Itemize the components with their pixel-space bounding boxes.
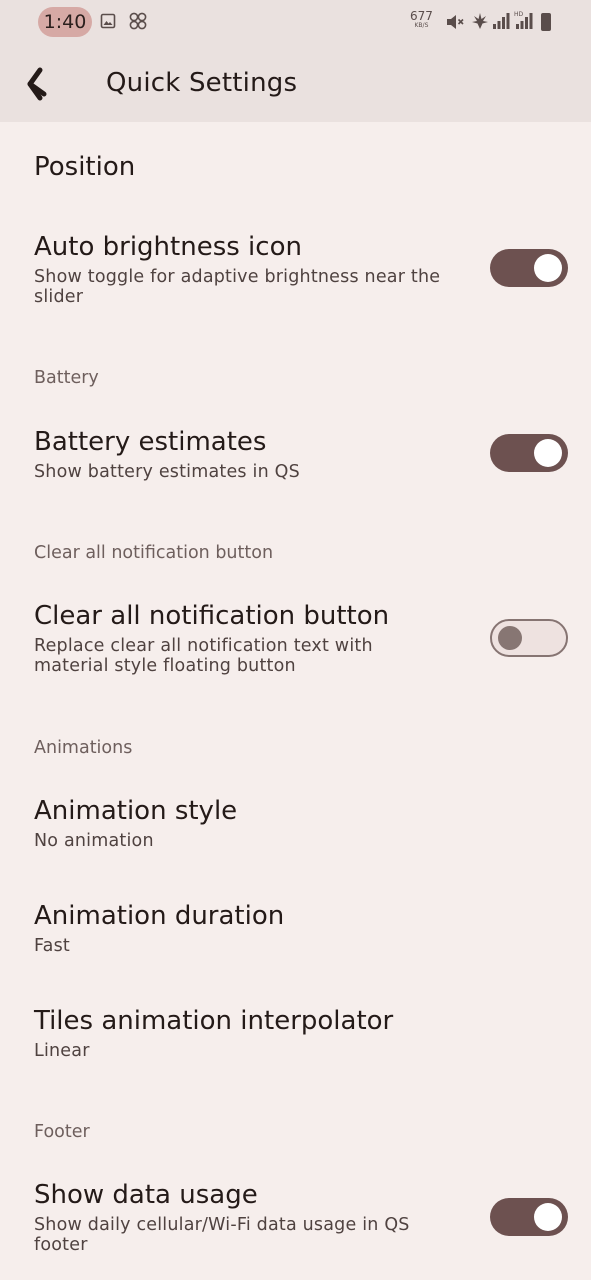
auto-brightness-subtitle-line1: Show toggle for adaptive brightness near… — [34, 267, 441, 287]
net-speed: 677 KB/S — [410, 9, 433, 30]
app-bar: Quick Settings — [0, 44, 591, 122]
clear-all-subtitle-line2: material style floating button — [34, 656, 296, 676]
battery-estimates-title: Battery estimates — [34, 427, 267, 457]
signal-hd-icon: HD — [514, 11, 533, 29]
back-arrow-icon — [27, 67, 47, 101]
clear-all-toggle[interactable] — [490, 619, 568, 657]
battery-icon — [541, 13, 551, 31]
section-header-clear-all: Clear all notification button — [34, 543, 274, 563]
status-bar: 1:40 677 KB/S HD — [0, 0, 591, 44]
toggle-knob — [498, 625, 522, 650]
animation-style-value: No animation — [34, 831, 154, 851]
show-data-usage-subtitle-line2: footer — [34, 1235, 88, 1255]
toggle-knob — [534, 1203, 562, 1231]
battery-estimates-subtitle: Show battery estimates in QS — [34, 462, 300, 482]
clear-all-title: Clear all notification button — [34, 601, 390, 631]
net-speed-value: 677 — [410, 9, 433, 23]
back-button[interactable] — [22, 64, 62, 104]
page-title: Quick Settings — [106, 68, 298, 98]
show-data-usage-subtitle-line1: Show daily cellular/Wi-Fi data usage in … — [34, 1215, 410, 1235]
signal-icon — [493, 13, 510, 29]
auto-brightness-title: Auto brightness icon — [34, 232, 302, 262]
battery-estimates-toggle[interactable] — [490, 434, 568, 472]
animation-duration-title: Animation duration — [34, 901, 285, 931]
show-data-usage-title: Show data usage — [34, 1180, 258, 1210]
toggle-knob — [534, 254, 562, 282]
section-header-animations: Animations — [34, 738, 133, 758]
status-time: 1:40 — [43, 11, 87, 33]
animation-duration-value: Fast — [34, 936, 70, 956]
show-data-usage-toggle[interactable] — [490, 1198, 568, 1236]
section-header-battery: Battery — [34, 368, 99, 388]
section-header-footer: Footer — [34, 1122, 90, 1142]
auto-brightness-subtitle-line2: slider — [34, 287, 84, 307]
auto-brightness-toggle[interactable] — [490, 249, 568, 287]
animation-style-title: Animation style — [34, 796, 238, 826]
pinwheel-icon — [129, 12, 147, 30]
gallery-icon — [100, 13, 116, 29]
toggle-knob — [534, 439, 562, 467]
position-title: Position — [34, 152, 136, 182]
tiles-interpolator-title: Tiles animation interpolator — [34, 1006, 394, 1036]
clear-all-subtitle-line1: Replace clear all notification text with — [34, 636, 373, 656]
vpn-leaf-icon — [472, 13, 488, 29]
tiles-interpolator-value: Linear — [34, 1041, 90, 1061]
mute-icon — [447, 15, 464, 29]
svg-text:HD: HD — [514, 11, 524, 18]
net-speed-unit: KB/S — [414, 22, 429, 29]
